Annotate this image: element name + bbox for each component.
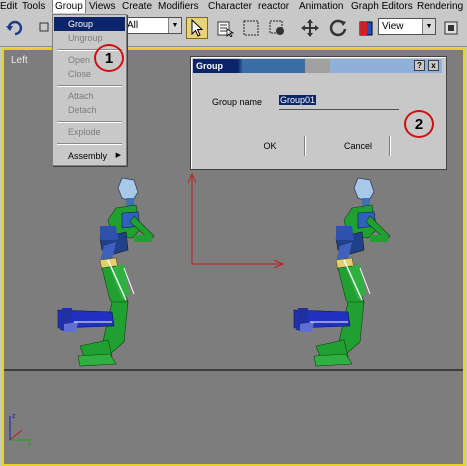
window-crossing-icon[interactable] — [266, 17, 288, 39]
annotation-marker-2: 2 — [404, 110, 434, 138]
button-divider — [304, 136, 306, 156]
help-button[interactable]: ? — [414, 60, 425, 71]
submenu-arrow-icon: ▶ — [115, 152, 121, 159]
menu-bar: Edit Tools Group Views Create Modifiers … — [0, 0, 467, 14]
select-and-move-icon[interactable] — [299, 17, 321, 39]
menu-item-ungroup[interactable]: Ungroup — [54, 31, 125, 45]
menu-separator — [57, 143, 122, 145]
menu-item-attach[interactable]: Attach — [54, 89, 125, 103]
axis-tripod-icon: z y — [9, 413, 32, 448]
button-divider — [389, 136, 391, 156]
select-by-name-icon[interactable] — [214, 17, 236, 39]
group-name-value: Group01 — [279, 95, 317, 105]
selection-filter-value: All — [127, 20, 139, 31]
biped-figure — [57, 177, 155, 367]
chevron-down-icon: ▼ — [422, 19, 435, 34]
group-name-label: Group name — [212, 97, 263, 107]
menu-reactor[interactable]: reactor — [258, 0, 289, 13]
menu-views[interactable]: Views — [89, 0, 116, 13]
select-and-scale-icon[interactable] — [355, 17, 377, 39]
menu-group[interactable]: Group — [52, 0, 86, 14]
close-button[interactable]: x — [428, 60, 439, 71]
select-and-rotate-icon[interactable] — [327, 17, 349, 39]
transform-gizmo — [187, 172, 285, 269]
dialog-title: Group — [196, 61, 223, 71]
menu-edit[interactable]: Edit — [0, 0, 17, 13]
selection-filter-dropdown[interactable]: All ▼ — [124, 17, 182, 34]
reference-coordinate-value: View — [382, 21, 404, 32]
select-object-icon[interactable] — [186, 17, 208, 39]
menu-create[interactable]: Create — [122, 0, 152, 13]
group-menu-dropdown: Group Ungroup Open Close Attach Detach E… — [52, 14, 127, 166]
biped-figure — [293, 177, 391, 367]
rectangular-selection-icon[interactable] — [240, 17, 262, 39]
menu-separator — [57, 85, 122, 87]
pivot-center-icon[interactable] — [440, 17, 462, 39]
menu-separator — [57, 121, 122, 123]
menu-item-assembly-label: Assembly — [68, 151, 108, 161]
menu-tools[interactable]: Tools — [22, 0, 45, 13]
menu-item-explode[interactable]: Explode — [54, 125, 125, 139]
menu-graph-editors[interactable]: Graph Editors — [351, 0, 413, 13]
menu-modifiers[interactable]: Modifiers — [158, 0, 199, 13]
menu-character[interactable]: Character — [208, 0, 252, 13]
svg-text:z: z — [12, 413, 16, 420]
annotation-marker-1: 1 — [94, 44, 124, 72]
undo-icon[interactable] — [4, 17, 26, 39]
menu-item-group[interactable]: Group — [54, 17, 125, 31]
cancel-button[interactable]: Cancel — [333, 136, 383, 156]
chevron-down-icon: ▼ — [168, 18, 181, 33]
menu-item-assembly[interactable]: Assembly ▶ — [54, 149, 125, 163]
menu-item-detach[interactable]: Detach — [54, 103, 125, 117]
menu-animation[interactable]: Animation — [299, 0, 343, 13]
dialog-titlebar[interactable]: Group ? x — [193, 59, 442, 73]
svg-text:y: y — [28, 441, 32, 448]
group-name-input[interactable]: Group01 — [279, 95, 399, 110]
ok-button[interactable]: OK — [249, 136, 291, 156]
reference-coordinate-dropdown[interactable]: View ▼ — [378, 18, 436, 35]
menu-rendering[interactable]: Rendering — [417, 0, 463, 13]
